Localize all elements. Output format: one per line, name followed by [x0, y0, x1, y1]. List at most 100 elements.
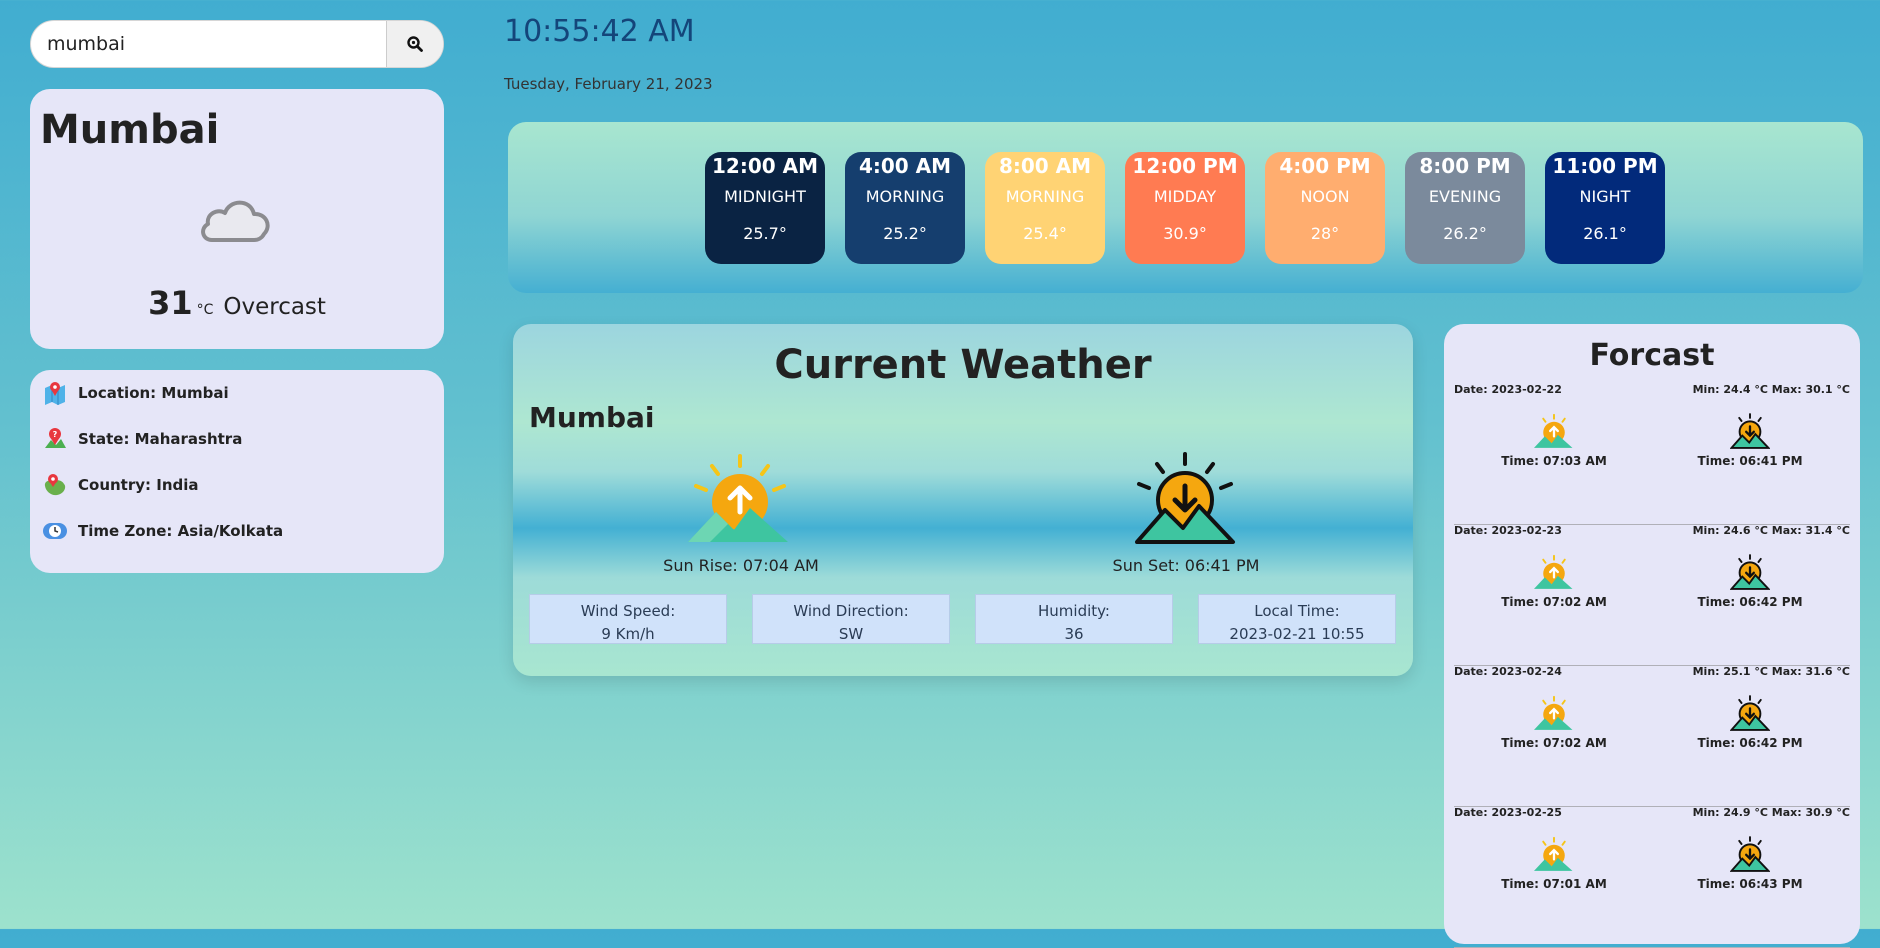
forecast-sunrise-time: Time: 07:02 AM: [1501, 736, 1607, 750]
forecast-sunset-time: Time: 06:43 PM: [1697, 877, 1803, 891]
timezone-text: Time Zone: Asia/Kolkata: [78, 522, 284, 540]
sunset-text: Sun Set: 06:41 PM: [1112, 556, 1260, 575]
city-name: Mumbai: [40, 107, 220, 153]
forecast-date: Date: 2023-02-22: [1454, 383, 1562, 396]
country-text: Country: India: [78, 476, 199, 494]
current-date: Tuesday, February 21, 2023: [504, 75, 713, 93]
forecast-sunset-time: Time: 06:42 PM: [1697, 736, 1803, 750]
slot-time: 12:00 PM: [1132, 154, 1238, 178]
slot-period: MORNING: [865, 187, 945, 206]
forecast-day: Date: 2023-02-22 Min: 24.4 °C Max: 30.1 …: [1454, 383, 1850, 525]
current-temp-line: 31 °C Overcast: [30, 284, 444, 322]
hourly-slot: 4:00 AM MORNING 25.2°: [845, 152, 965, 264]
forecast-minmax: Min: 24.6 °C Max: 31.4 °C: [1692, 524, 1850, 537]
forecast-day: Date: 2023-02-25 Min: 24.9 °C Max: 30.9 …: [1454, 806, 1850, 948]
sunrise-icon: [1534, 836, 1573, 871]
hourly-slot: 8:00 AM MORNING 25.4°: [985, 152, 1105, 264]
forecast-day: Date: 2023-02-23 Min: 24.6 °C Max: 31.4 …: [1454, 524, 1850, 666]
slot-temp: 25.7°: [743, 224, 787, 243]
stat-label: Wind Speed:: [580, 602, 676, 620]
stat-label: Local Time:: [1254, 602, 1340, 620]
country-icon: [42, 472, 68, 498]
state-pin-icon: ?: [42, 426, 68, 452]
sunset-icon: [1730, 836, 1770, 872]
hourly-slot: 4:00 PM NOON 28°: [1265, 152, 1385, 264]
slot-period: MIDNIGHT: [724, 187, 806, 206]
forecast-date: Date: 2023-02-24: [1454, 665, 1562, 678]
stat-label: Wind Direction:: [793, 602, 909, 620]
map-pin-icon: [42, 380, 68, 406]
slot-temp: 30.9°: [1163, 224, 1207, 243]
sunrise-icon: [688, 454, 788, 542]
city-card: Mumbai 31 °C Overcast: [30, 89, 444, 349]
forecast-sunrise-time: Time: 07:01 AM: [1501, 877, 1607, 891]
forecast-date: Date: 2023-02-25: [1454, 806, 1562, 819]
state-row: ? State: Maharashtra: [42, 426, 242, 452]
state-text: State: Maharashtra: [78, 430, 243, 448]
temp-value: 31: [148, 284, 193, 322]
sunrise-icon: [1534, 554, 1573, 589]
hourly-slot: 8:00 PM EVENING 26.2°: [1405, 152, 1525, 264]
forecast-panel: Forcast Date: 2023-02-22 Min: 24.4 °C Ma…: [1444, 324, 1860, 948]
hourly-slot: 12:00 AM MIDNIGHT 25.7°: [705, 152, 825, 264]
forecast-sunset-time: Time: 06:41 PM: [1697, 454, 1803, 468]
clock-icon: [42, 518, 68, 544]
wind-speed-stat: Wind Speed: 9 Km/h: [529, 594, 727, 644]
sunset-icon: [1730, 413, 1770, 449]
location-info-card: Location: Mumbai ? State: Maharashtra Co…: [30, 370, 444, 573]
slot-temp: 28°: [1310, 224, 1340, 243]
local-time-stat: Local Time: 2023-02-21 10:55: [1198, 594, 1396, 644]
slot-time: 11:00 PM: [1552, 154, 1658, 178]
location-text: Location: Mumbai: [78, 384, 229, 402]
stat-value: SW: [838, 625, 864, 643]
hourly-slot: 12:00 PM MIDDAY 30.9°: [1125, 152, 1245, 264]
slot-time: 8:00 AM: [998, 154, 1092, 178]
slot-time: 4:00 AM: [858, 154, 952, 178]
location-row: Location: Mumbai: [42, 380, 229, 406]
slot-time: 8:00 PM: [1419, 154, 1511, 178]
forecast-minmax: Min: 24.4 °C Max: 30.1 °C: [1692, 383, 1850, 396]
sunset-icon: [1730, 695, 1770, 731]
sunrise-text: Sun Rise: 07:04 AM: [663, 556, 819, 575]
slot-temp: 25.4°: [1023, 224, 1067, 243]
current-weather-title: Current Weather: [774, 342, 1152, 388]
stat-label: Humidity:: [1038, 602, 1110, 620]
stat-value: 2023-02-21 10:55: [1229, 625, 1365, 643]
stat-value: 9 Km/h: [601, 625, 655, 643]
current-weather-city: Mumbai: [529, 401, 655, 434]
slot-period: EVENING: [1428, 187, 1502, 206]
forecast-title: Forcast: [1589, 338, 1715, 373]
forecast-sunrise-time: Time: 07:02 AM: [1501, 595, 1607, 609]
hourly-forecast-panel: 12:00 AM MIDNIGHT 25.7° 4:00 AM MORNING …: [508, 122, 1863, 293]
slot-time: 4:00 PM: [1279, 154, 1371, 178]
forecast-sunset-time: Time: 06:42 PM: [1697, 595, 1803, 609]
forecast-day: Date: 2023-02-24 Min: 25.1 °C Max: 31.6 …: [1454, 665, 1850, 807]
slot-period: NIGHT: [1579, 187, 1631, 206]
slot-temp: 26.2°: [1443, 224, 1487, 243]
sunrise-icon: [1534, 413, 1573, 448]
stat-value: 36: [1064, 625, 1084, 643]
svg-text:?: ?: [53, 430, 58, 439]
condition-text: Overcast: [223, 294, 326, 320]
slot-period: NOON: [1300, 187, 1350, 206]
forecast-sunrise-time: Time: 07:03 AM: [1501, 454, 1607, 468]
forecast-minmax: Min: 24.9 °C Max: 30.9 °C: [1692, 806, 1850, 819]
slot-temp: 25.2°: [883, 224, 927, 243]
slot-time: 12:00 AM: [711, 154, 818, 178]
slot-period: MORNING: [1005, 187, 1085, 206]
search-button[interactable]: [386, 21, 443, 67]
current-time: 10:55:42 AM: [504, 14, 695, 49]
sunset-icon: [1730, 554, 1770, 590]
current-weather-card: Current Weather Mumbai Sun Rise: 07:04 A…: [513, 324, 1413, 676]
country-row: Country: India: [42, 472, 199, 498]
search-bar: [30, 20, 444, 68]
hourly-slot: 11:00 PM NIGHT 26.1°: [1545, 152, 1665, 264]
slot-period: MIDDAY: [1153, 187, 1217, 206]
humidity-stat: Humidity: 36: [975, 594, 1173, 644]
forecast-minmax: Min: 25.1 °C Max: 31.6 °C: [1692, 665, 1850, 678]
sunrise-icon: [1534, 695, 1573, 730]
search-input[interactable]: [31, 21, 386, 67]
search-icon: [407, 36, 423, 52]
forecast-date: Date: 2023-02-23: [1454, 524, 1562, 537]
temp-unit: °C: [196, 302, 214, 318]
